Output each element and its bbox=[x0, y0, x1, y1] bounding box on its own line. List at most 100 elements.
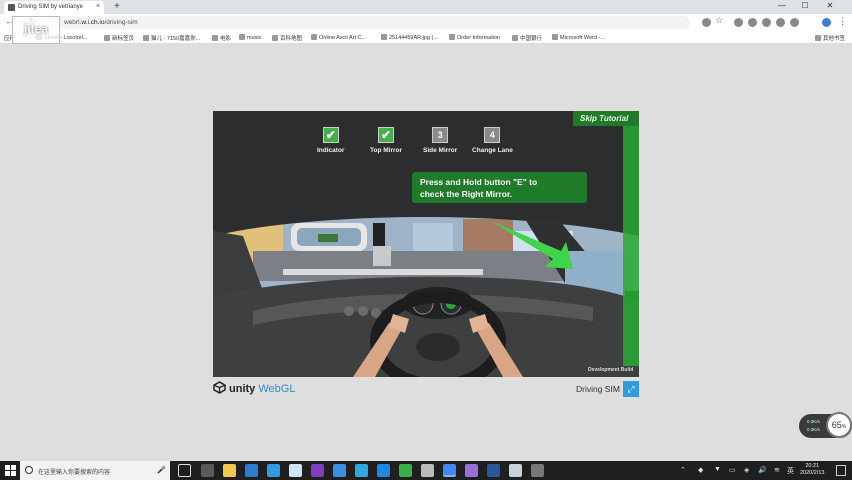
bookmark-item[interactable]: Microsoft Word -... bbox=[552, 34, 605, 41]
translate-icon[interactable] bbox=[702, 18, 711, 27]
microphone-icon[interactable]: 🎤 bbox=[157, 466, 166, 474]
app-icon[interactable] bbox=[421, 464, 434, 477]
bookmark-item[interactable]: Order Information bbox=[449, 34, 500, 41]
wifi-icon[interactable]: ≋ bbox=[774, 466, 780, 474]
webgl-text: WebGL bbox=[258, 383, 296, 395]
search-placeholder: 在这里输入你要搜索的内容 bbox=[38, 470, 111, 476]
step-number-icon: 3 bbox=[432, 127, 449, 143]
app-icon[interactable] bbox=[509, 464, 522, 477]
shield-icon[interactable]: ▼ bbox=[714, 466, 721, 473]
checklist-label: Side Mirror bbox=[423, 147, 458, 154]
bookmark-star-icon[interactable]: ☆ bbox=[715, 15, 723, 26]
input-language[interactable]: 英 bbox=[787, 466, 794, 476]
watermark-logo: jitea bbox=[12, 16, 60, 44]
browser-toolbar: ← → ↻ webrl.w.i.ch.io/driving-sim ☆ ⋮ bbox=[0, 14, 852, 31]
cortana-icon bbox=[25, 466, 33, 474]
game-canvas[interactable]: Skip Tutorial ✔ Indicator ✔ Top Mirror 3… bbox=[213, 111, 639, 377]
game-title: Driving SIM bbox=[576, 384, 620, 394]
download-speed: 0.3K/s bbox=[807, 427, 820, 432]
windows-start-icon[interactable] bbox=[5, 465, 16, 476]
fullscreen-button[interactable]: ⤢ bbox=[623, 381, 639, 397]
edge-icon[interactable] bbox=[245, 464, 258, 477]
extension-icon[interactable] bbox=[790, 18, 799, 27]
instruction-line: Press and Hold button "E" to bbox=[420, 177, 538, 187]
checklist-item-top-mirror: ✔ Top Mirror bbox=[370, 127, 402, 154]
other-bookmarks[interactable]: 其他书签 bbox=[815, 34, 845, 42]
new-tab-button[interactable]: + bbox=[114, 1, 120, 12]
app-icon[interactable] bbox=[465, 464, 478, 477]
bookmark-item[interactable]: 猫儿 - 7150嘉嘉你... bbox=[143, 34, 200, 42]
chrome-icon[interactable] bbox=[443, 464, 456, 477]
app-icon[interactable] bbox=[333, 464, 346, 477]
clock-time: 20:21 bbox=[805, 463, 820, 469]
bookmark-item[interactable]: 百科地图 bbox=[272, 34, 302, 42]
memory-usage-gauge[interactable]: 65% bbox=[826, 412, 852, 438]
checkmark-icon: ✔ bbox=[322, 127, 339, 143]
task-view-icon[interactable] bbox=[178, 464, 191, 477]
checklist-item-indicator: ✔ Indicator bbox=[317, 127, 344, 154]
ie-icon[interactable] bbox=[267, 464, 280, 477]
browser-tab[interactable]: Driving SIM by vetrianye × bbox=[4, 1, 104, 14]
extension-icon[interactable] bbox=[734, 18, 743, 27]
unity-text: unity bbox=[229, 383, 256, 395]
memory-usage-value: 65 bbox=[831, 420, 842, 430]
bookmark-item[interactable]: music bbox=[239, 34, 261, 41]
bookmarks-bar: 应用 Street - Locolrel... 新标签页 猫儿 - 7150嘉嘉… bbox=[0, 31, 852, 44]
app-icon[interactable] bbox=[377, 464, 390, 477]
upload-speed: 0.3K/s bbox=[807, 419, 820, 424]
checklist-item-change-lane: 4 Change Lane bbox=[472, 127, 513, 154]
bookmark-item[interactable]: Online Ascii Art C... bbox=[311, 34, 366, 41]
unity-cube-icon bbox=[213, 381, 226, 394]
extension-icon[interactable] bbox=[776, 18, 785, 27]
taskbar-search-box[interactable]: 在这里输入你要搜索的内容 🎤 bbox=[20, 461, 170, 480]
instruction-line: check the Right Mirror. bbox=[420, 189, 513, 199]
url-path: /driving-sim bbox=[104, 19, 138, 26]
profile-avatar[interactable] bbox=[822, 18, 831, 27]
address-bar[interactable]: webrl.w.i.ch.io/driving-sim bbox=[40, 16, 690, 29]
checklist-label: Change Lane bbox=[472, 147, 513, 154]
app-icon[interactable] bbox=[355, 464, 368, 477]
itch-favicon-icon bbox=[8, 4, 15, 11]
tray-app-icon[interactable]: ◆ bbox=[698, 466, 703, 474]
skip-tutorial-button[interactable]: Skip Tutorial bbox=[573, 111, 639, 126]
system-clock[interactable]: 20:21 2020/2/13 bbox=[800, 463, 824, 477]
word-icon[interactable] bbox=[487, 464, 500, 477]
checklist-item-side-mirror: 3 Side Mirror bbox=[423, 127, 457, 154]
step-number-icon: 4 bbox=[484, 127, 501, 143]
url-prefix: webrl bbox=[64, 19, 80, 26]
tab-title: Driving SIM by vetrianye bbox=[18, 4, 84, 10]
bookmark-item[interactable]: 新标签页 bbox=[104, 34, 134, 42]
development-build-label: Development Build bbox=[588, 367, 634, 373]
tray-arrow-icon[interactable]: ⌃ bbox=[680, 466, 686, 474]
close-window-icon[interactable]: ✕ bbox=[820, 1, 840, 10]
minimize-icon[interactable]: — bbox=[772, 1, 792, 10]
app-icon[interactable] bbox=[399, 464, 412, 477]
bookmark-item[interactable]: 25144459AR.jpg (... bbox=[381, 34, 438, 41]
extension-icon[interactable] bbox=[762, 18, 771, 27]
progress-side-bar bbox=[623, 126, 639, 366]
unity-footer: unity WebGL Driving SIM ⤢ bbox=[213, 377, 639, 399]
file-explorer-icon[interactable] bbox=[223, 464, 236, 477]
extension-icon[interactable] bbox=[748, 18, 757, 27]
bookmark-item[interactable]: 中国银行 bbox=[512, 34, 542, 42]
maximize-icon[interactable]: ☐ bbox=[795, 1, 815, 10]
network-icon[interactable]: ▭ bbox=[729, 466, 736, 474]
bookmark-item[interactable]: 电影 bbox=[212, 34, 231, 42]
notification-icon[interactable] bbox=[836, 465, 846, 476]
url-host: .w.i.ch.io bbox=[79, 19, 105, 26]
menu-icon[interactable]: ⋮ bbox=[838, 16, 847, 27]
percent-unit: % bbox=[841, 424, 847, 430]
unity-taskbar-icon[interactable] bbox=[531, 464, 544, 477]
windows-taskbar: 在这里输入你要搜索的内容 🎤 ⌃ ◆ ▼ ▭ ◈ 🔊 ≋ 英 20:21 202… bbox=[0, 461, 852, 480]
clock-date: 2020/2/13 bbox=[800, 470, 825, 476]
browser-tab-bar: Driving SIM by vetrianye × + — ☐ ✕ bbox=[0, 0, 852, 14]
visual-studio-icon[interactable] bbox=[311, 464, 324, 477]
volume-icon[interactable]: 🔊 bbox=[758, 466, 767, 474]
tab-close-icon[interactable]: × bbox=[96, 3, 100, 10]
tray-app-icon[interactable]: ◈ bbox=[744, 466, 749, 474]
calculator-icon[interactable] bbox=[201, 464, 214, 477]
search-app-icon[interactable] bbox=[289, 464, 302, 477]
checklist-label: Indicator bbox=[317, 147, 345, 154]
checklist-label: Top Mirror bbox=[370, 147, 403, 154]
instruction-tooltip: Press and Hold button "E" to check the R… bbox=[412, 172, 587, 203]
